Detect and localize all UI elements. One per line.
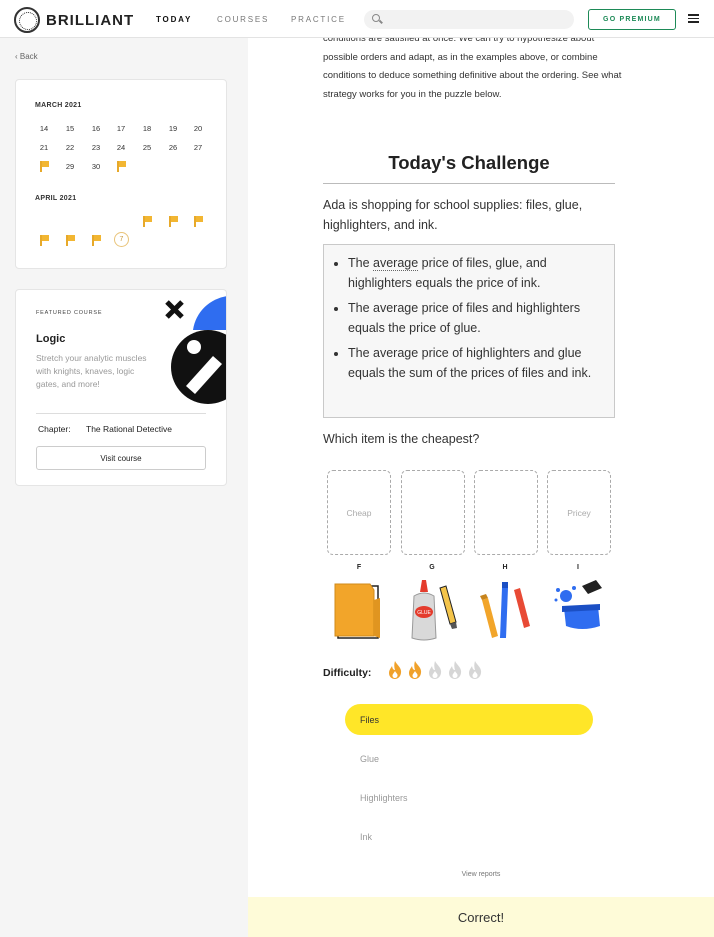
glue-icon[interactable]: GLUE xyxy=(402,576,462,644)
item-letter-g: G xyxy=(429,564,435,571)
search-icon xyxy=(372,14,380,22)
calendar-day[interactable]: 16 xyxy=(86,124,106,133)
flame-icon-inactive xyxy=(469,661,482,679)
answer-option-ink[interactable]: Ink xyxy=(345,821,593,852)
brilliant-logo-icon xyxy=(14,7,40,33)
streak-flag-icon xyxy=(194,216,204,227)
order-slot-pricey[interactable]: Pricey xyxy=(547,470,611,555)
streak-flag-icon xyxy=(66,235,76,246)
brand-name: BRILLIANT xyxy=(46,11,135,29)
condition-1: The average price of files, glue, and hi… xyxy=(348,254,604,293)
calendar-day[interactable]: 18 xyxy=(137,124,157,133)
order-slot-3[interactable] xyxy=(474,470,538,555)
course-title: Logic xyxy=(36,333,66,345)
calendar-day[interactable]: 26 xyxy=(163,143,183,152)
title-rule xyxy=(323,183,615,184)
condition-3: The average price of highlighters and gl… xyxy=(348,344,604,383)
calendar-day[interactable]: 14 xyxy=(34,124,54,133)
answer-option-glue[interactable]: Glue xyxy=(345,743,593,774)
flame-icon-inactive xyxy=(449,661,462,679)
sidebar: ‹ Back MARCH 2021 14 15 16 17 18 19 20 21 22 23 24… xyxy=(0,38,248,937)
calendar-day[interactable]: 23 xyxy=(86,143,106,152)
streak-flag-icon xyxy=(40,161,50,172)
nav-courses[interactable]: COURSES xyxy=(217,15,269,24)
month-label-march: MARCH 2021 xyxy=(35,102,82,109)
calendar-day[interactable]: 29 xyxy=(60,162,80,171)
order-slot-cheap[interactable]: Cheap xyxy=(327,470,391,555)
streak-flag-icon xyxy=(40,235,50,246)
streak-flag-icon xyxy=(169,216,179,227)
streak-flag-icon xyxy=(143,216,153,227)
chapter-name: The Rational Detective xyxy=(86,424,172,434)
item-letter-f: F xyxy=(356,564,362,571)
calendar-day[interactable]: 27 xyxy=(188,143,208,152)
calendar-day[interactable]: 30 xyxy=(86,162,106,171)
main-content: conditions are satisfied at once. We can… xyxy=(248,33,714,937)
ask-prompt: Which item is the cheapest? xyxy=(323,432,480,446)
nav-practice[interactable]: PRACTICE xyxy=(291,15,346,24)
order-slot-2[interactable] xyxy=(401,470,465,555)
calendar-day[interactable]: 21 xyxy=(34,143,54,152)
visit-course-button[interactable]: Visit course xyxy=(36,446,206,470)
featured-course-card: FEATURED COURSE Logic Stretch your analy… xyxy=(15,289,227,486)
difficulty-rating xyxy=(385,660,485,680)
view-reports-link[interactable]: View reports xyxy=(248,871,714,878)
answer-option-files[interactable]: Files xyxy=(345,704,593,735)
calendar-day-today[interactable]: 7 xyxy=(114,232,129,247)
item-letter-i: I xyxy=(577,564,579,571)
challenge-question: Ada is shopping for school supplies: fil… xyxy=(323,198,583,232)
svg-text:GLUE: GLUE xyxy=(417,610,431,616)
hamburger-menu-icon[interactable] xyxy=(688,14,699,23)
calendar-day[interactable]: 19 xyxy=(163,124,183,133)
featured-course-label: FEATURED COURSE xyxy=(36,310,103,316)
brand-logo[interactable]: BRILLIANT xyxy=(14,7,134,33)
month-label-april: APRIL 2021 xyxy=(35,195,77,202)
back-label: Back xyxy=(19,52,38,61)
calendar-day[interactable]: 25 xyxy=(137,143,157,152)
files-icon[interactable] xyxy=(330,576,390,644)
streak-calendar: MARCH 2021 14 15 16 17 18 19 20 21 22 23 24 25 26 27 2… xyxy=(15,79,227,269)
condition-2: The average price of files and highlight… xyxy=(348,299,604,338)
item-letter-h: H xyxy=(502,564,508,571)
calendar-day[interactable]: 24 xyxy=(111,143,131,152)
average-definition-link[interactable]: average xyxy=(373,256,419,271)
calendar-day[interactable]: 17 xyxy=(111,124,131,133)
ink-icon[interactable] xyxy=(548,576,608,644)
flame-icon-inactive xyxy=(429,661,442,679)
back-link[interactable]: ‹ Back xyxy=(15,52,38,61)
intro-paragraph: conditions are satisfied at once. We can… xyxy=(323,33,622,100)
flame-icon-active xyxy=(389,661,402,679)
streak-flag-icon xyxy=(117,161,127,172)
challenge-title: Today's Challenge xyxy=(388,152,550,173)
logic-course-illustration xyxy=(165,296,226,404)
calendar-day[interactable]: 15 xyxy=(60,124,80,133)
chapter-label: Chapter: xyxy=(38,424,71,434)
search-input[interactable] xyxy=(386,12,566,27)
highlighters-icon[interactable] xyxy=(476,576,536,644)
answer-option-highlighters[interactable]: Highlighters xyxy=(345,782,593,813)
top-header: BRILLIANT TODAY COURSES PRACTICE GO PREM… xyxy=(0,0,714,38)
streak-flag-icon xyxy=(92,235,102,246)
course-description: Stretch your analytic muscles with knigh… xyxy=(36,353,147,389)
calendar-day[interactable]: 20 xyxy=(188,124,208,133)
card-divider xyxy=(36,413,206,414)
nav-today[interactable]: TODAY xyxy=(156,15,192,24)
conditions-box: The average price of files, glue, and hi… xyxy=(323,244,615,418)
flame-icon-active xyxy=(409,661,422,679)
calendar-day[interactable]: 22 xyxy=(60,143,80,152)
go-premium-button[interactable]: GO PREMIUM xyxy=(588,9,676,30)
result-banner: Correct! xyxy=(248,897,714,937)
difficulty-label: Difficulty: xyxy=(323,667,372,679)
search-bar[interactable] xyxy=(364,10,574,29)
